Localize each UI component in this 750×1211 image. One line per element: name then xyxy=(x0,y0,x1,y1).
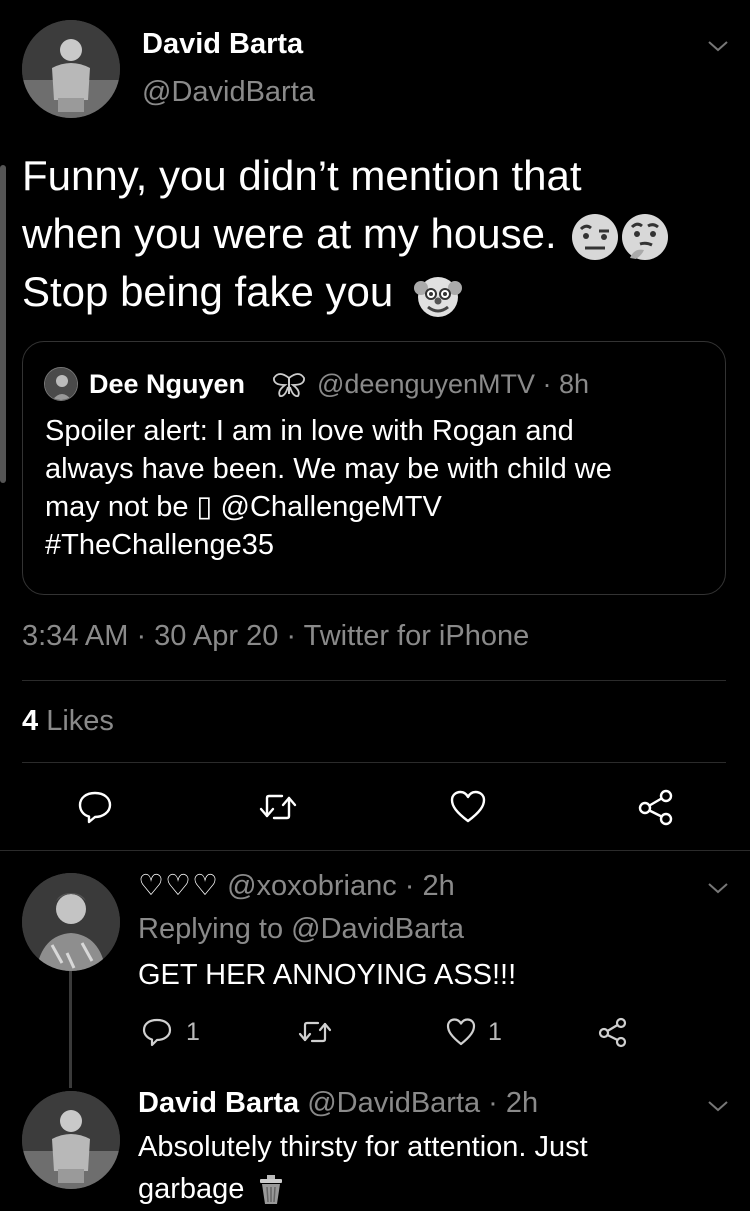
share-icon[interactable] xyxy=(596,1016,630,1048)
reply-header: David Barta @DavidBarta · 2h xyxy=(138,1087,538,1120)
quoted-text-line: may not be ▯ @ChallengeMTV xyxy=(45,491,442,523)
reply-icon[interactable] xyxy=(140,1016,174,1048)
raised-eyebrow-emoji-icon xyxy=(572,213,619,260)
chevron-down-icon[interactable] xyxy=(706,1098,730,1114)
replying-prefix: Replying to xyxy=(138,913,292,945)
quoted-text-line: always have been. We may be with child w… xyxy=(45,453,612,485)
avatar[interactable] xyxy=(22,20,120,118)
reply-meta[interactable]: @DavidBarta · 2h xyxy=(307,1087,538,1119)
quoted-tweet-card[interactable]: Dee Nguyen @deenguyenMTV · 8h Spoiler al… xyxy=(22,341,726,595)
wastebasket-emoji-icon xyxy=(259,1175,282,1205)
tweet-timestamp: 3:34 AM · 30 Apr 20 · Twitter for iPhone xyxy=(22,620,530,652)
retweet-icon[interactable] xyxy=(296,1016,334,1048)
reply-thread-line xyxy=(69,970,72,1088)
reply-icon[interactable] xyxy=(76,788,114,826)
likes-summary[interactable]: 4 Likes xyxy=(22,705,114,738)
chevron-down-icon[interactable] xyxy=(706,880,730,896)
likes-count: 4 xyxy=(22,705,39,737)
author-handle[interactable]: @DavidBarta xyxy=(142,76,315,109)
divider xyxy=(0,850,750,851)
heart-icon[interactable] xyxy=(448,788,488,826)
like-count: 1 xyxy=(488,1018,502,1046)
divider xyxy=(22,762,726,763)
tweet-text-segment: Stop being fake you xyxy=(22,268,394,315)
reply-author-name[interactable]: ♡♡♡ xyxy=(138,870,219,902)
heart-icon[interactable] xyxy=(444,1016,478,1048)
share-icon[interactable] xyxy=(636,788,676,826)
reply-header: ♡♡♡ @xoxobrianc · 2h xyxy=(138,868,455,903)
reply-text: Absolutely thirsty for attention. Just g… xyxy=(138,1126,588,1210)
clown-emoji-icon xyxy=(413,276,462,317)
thinking-emoji-icon xyxy=(622,213,669,260)
butterfly-emoji-icon xyxy=(273,373,305,397)
author-name[interactable]: David Barta xyxy=(142,28,303,61)
reply-meta[interactable]: @xoxobrianc · 2h xyxy=(227,870,455,902)
reply-count: 1 xyxy=(186,1018,200,1046)
quoted-tweet-text: Spoiler alert: I am in love with Rogan a… xyxy=(45,412,612,564)
retweet-icon[interactable] xyxy=(256,788,300,826)
reply-text-segment: garbage xyxy=(138,1173,245,1205)
reply-text-line: garbage xyxy=(138,1168,588,1210)
tweet-text: Funny, you didn’t mention that when you … xyxy=(22,147,742,321)
tweet-text-line: Funny, you didn’t mention that xyxy=(22,152,582,199)
tweet-text-line: when you were at my house. xyxy=(22,205,742,263)
quoted-tweet-meta: @deenguyenMTV · 8h xyxy=(317,369,590,399)
avatar[interactable] xyxy=(22,873,120,971)
scroll-indicator[interactable] xyxy=(0,165,6,483)
likes-label: Likes xyxy=(46,705,114,737)
quoted-text-line: Spoiler alert: I am in love with Rogan a… xyxy=(45,415,574,447)
divider xyxy=(22,680,726,681)
reply-author-name[interactable]: David Barta xyxy=(138,1087,299,1119)
avatar[interactable] xyxy=(22,1091,120,1189)
tweet-text-segment: when you were at my house. xyxy=(22,210,557,257)
quoted-text-line: #TheChallenge35 xyxy=(45,529,274,561)
reply-text: GET HER ANNOYING ASS!!! xyxy=(138,959,517,991)
replying-to: Replying to @DavidBarta xyxy=(138,913,464,946)
chevron-down-icon[interactable] xyxy=(706,38,730,54)
avatar xyxy=(44,367,78,401)
reply-text-line: Absolutely thirsty for attention. Just xyxy=(138,1131,588,1163)
replying-handle[interactable]: @DavidBarta xyxy=(291,913,464,945)
tweet-text-line: Stop being fake you xyxy=(22,263,742,321)
quoted-author-name: Dee Nguyen xyxy=(89,369,246,399)
